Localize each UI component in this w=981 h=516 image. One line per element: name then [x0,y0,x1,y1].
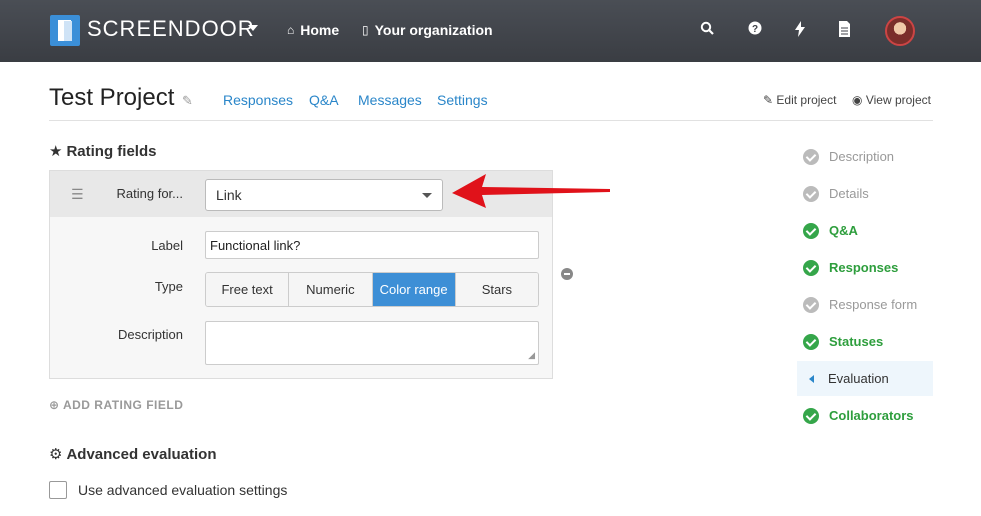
step-label: Q&A [829,223,858,238]
check-circle-icon [803,259,819,276]
step-statuses[interactable]: Statuses [797,324,933,359]
add-rating-field-button[interactable]: ⊕ ADD RATING FIELD [49,398,183,412]
step-responses[interactable]: Responses [797,250,933,285]
type-button-group: Free text Numeric Color range Stars [205,272,539,307]
type-free-text-button[interactable]: Free text [206,273,290,306]
advanced-evaluation-checkbox-label[interactable]: Use advanced evaluation settings [78,482,287,498]
type-stars-button[interactable]: Stars [455,273,538,306]
tab-responses[interactable]: Responses [223,92,293,108]
home-icon: ⌂ [287,23,295,37]
page-title: Test Project [49,84,175,111]
help-icon[interactable]: ? [747,21,763,39]
gear-icon: ⚙ [49,446,63,463]
tab-qa[interactable]: Q&A [309,92,339,108]
caret-left-icon [809,374,814,383]
label-input[interactable]: Functional link? [205,231,539,259]
step-label: Evaluation [828,371,889,386]
edit-title-pencil-icon[interactable]: ✎ [182,93,193,109]
brand-name[interactable]: SCREENDOOR [87,16,255,42]
check-circle-icon [803,148,819,165]
step-label: Details [829,186,869,201]
add-rating-field-label: ADD RATING FIELD [62,398,184,412]
chevron-down-icon[interactable] [248,25,258,31]
drag-handle-icon[interactable]: ☰ [71,186,84,203]
rating-for-label: Rating for... [116,186,183,201]
top-navbar: SCREENDOOR ⌂ Home ▯ Your organization ? [0,0,981,62]
edit-project-link[interactable]: ✎ Edit project [763,93,836,107]
nav-home-link[interactable]: ⌂ Home [287,22,339,38]
check-circle-icon [803,296,819,313]
step-evaluation[interactable]: Evaluation [797,361,933,396]
description-label: Description [117,327,183,342]
label-field-label: Label [151,238,183,253]
advanced-evaluation-heading-label: Advanced evaluation [66,446,217,463]
rating-fields-heading-label: Rating fields [66,143,157,160]
step-response-form[interactable]: Response form [797,287,933,322]
pencil-icon: ✎ [763,93,774,107]
rating-fields-heading: ★ Rating fields [49,142,156,160]
eye-icon: ◉ [852,93,863,107]
star-icon: ★ [49,143,63,160]
step-collaborators[interactable]: Collaborators [797,398,933,433]
tab-settings[interactable]: Settings [437,92,488,108]
check-circle-icon [803,407,819,424]
step-description[interactable]: Description [797,139,933,174]
check-circle-icon [803,333,819,350]
step-qa[interactable]: Q&A [797,213,933,248]
view-project-link[interactable]: ◉ View project [852,93,931,107]
edit-project-label: Edit project [776,93,837,107]
advanced-evaluation-heading: ⚙ Advanced evaluation [49,445,217,463]
bolt-icon[interactable] [792,21,808,39]
check-circle-icon [803,185,819,202]
step-label: Description [829,149,895,164]
description-textarea[interactable]: ◢ [205,321,539,365]
advanced-evaluation-checkbox[interactable] [49,481,67,499]
view-project-label: View project [865,93,931,107]
tab-messages[interactable]: Messages [358,92,422,108]
check-circle-icon [803,222,819,239]
remove-field-icon[interactable] [561,268,573,280]
rating-for-value: Link [216,187,242,203]
step-label: Responses [829,260,899,275]
resize-handle-icon[interactable]: ◢ [528,350,535,361]
nav-organization-link[interactable]: ▯ Your organization [362,22,493,38]
header-divider [49,120,933,121]
nav-home-label: Home [300,22,340,38]
step-label: Statuses [829,334,884,349]
type-color-range-button[interactable]: Color range [372,273,456,306]
avatar[interactable] [885,16,915,46]
step-details[interactable]: Details [797,176,933,211]
annotation-arrow-icon [452,174,610,208]
step-label: Response form [829,297,918,312]
type-label: Type [154,279,183,294]
chevron-down-icon [422,193,432,198]
type-numeric-button[interactable]: Numeric [289,273,373,306]
logo-icon[interactable] [50,15,80,46]
plus-circle-icon: ⊕ [49,398,60,412]
building-icon: ▯ [362,23,369,37]
step-label: Collaborators [829,408,914,423]
svg-text:?: ? [752,24,758,35]
search-icon[interactable] [699,21,715,39]
document-icon[interactable] [836,21,852,39]
nav-organization-label: Your organization [374,22,493,38]
rating-for-select[interactable]: Link [205,179,443,211]
